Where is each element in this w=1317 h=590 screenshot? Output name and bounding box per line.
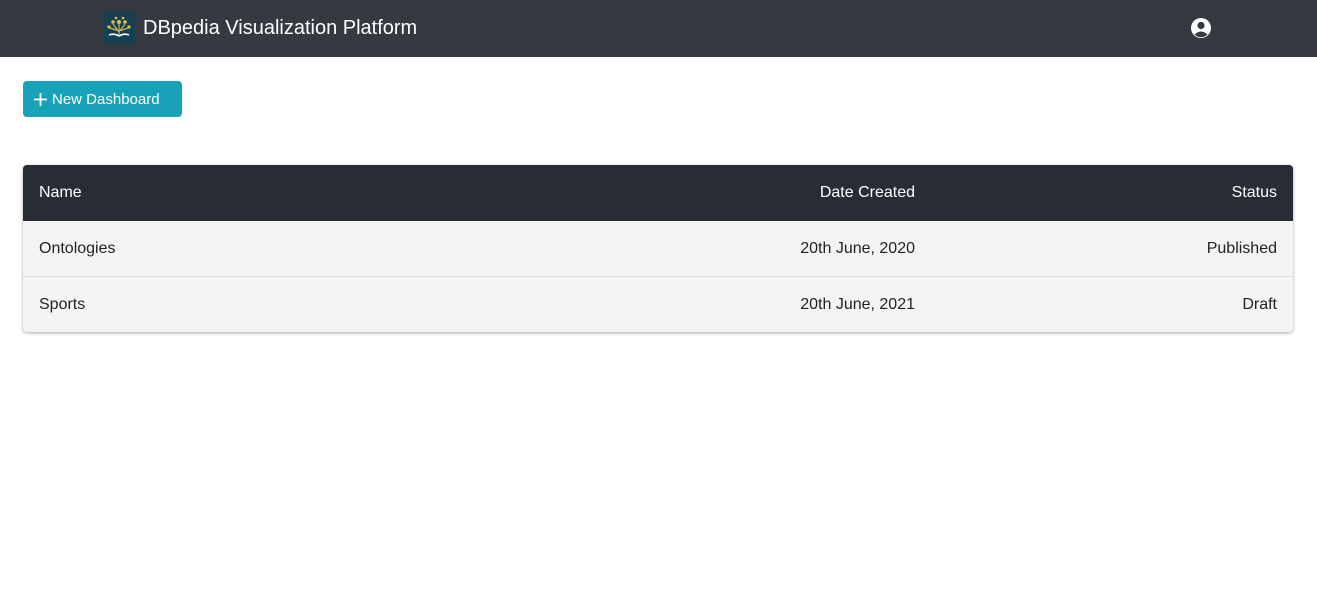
column-header-name[interactable]: Name <box>23 165 599 221</box>
column-header-date-created[interactable]: Date Created <box>599 165 931 221</box>
dbpedia-logo-icon <box>103 12 135 44</box>
dashboards-table: Name Date Created Status Ontologies 20th… <box>23 165 1293 332</box>
dashboard-name[interactable]: Ontologies <box>23 221 599 277</box>
dashboard-status: Published <box>1206 239 1277 257</box>
new-dashboard-label: New Dashboard <box>52 90 160 108</box>
table-row[interactable]: Ontologies 20th June, 2020 Published <box>23 221 1293 277</box>
plus-icon <box>34 92 47 106</box>
user-circle-icon[interactable] <box>1190 17 1212 39</box>
app-title: DBpedia Visualization Platform <box>143 17 418 39</box>
dashboard-status: Draft <box>931 276 1293 332</box>
dashboard-name[interactable]: Sports <box>23 276 599 332</box>
dashboard-date-created: 20th June, 2020 <box>800 239 915 257</box>
column-header-status[interactable]: Status <box>931 165 1293 221</box>
top-navbar: DBpedia Visualization Platform <box>0 0 1317 57</box>
table-header-row: Name Date Created Status <box>23 165 1293 221</box>
dashboard-date-created: 20th June, 2021 <box>599 276 931 332</box>
brand[interactable]: DBpedia Visualization Platform <box>103 12 417 44</box>
new-dashboard-button[interactable]: New Dashboard <box>23 81 182 117</box>
table-row[interactable]: Sports 20th June, 2021 Draft <box>23 276 1293 332</box>
